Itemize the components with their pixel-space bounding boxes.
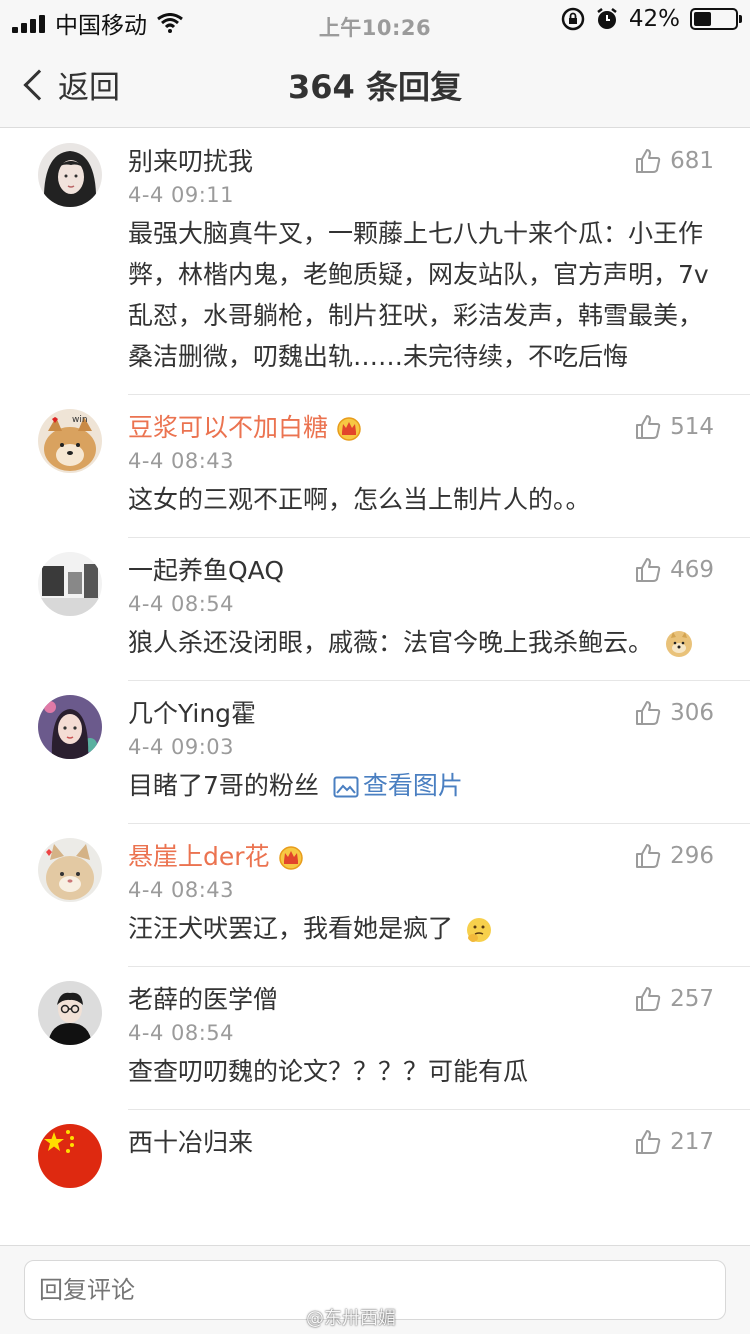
- comment-text: 汪汪犬吠罢辽，我看她是疯了: [128, 914, 454, 943]
- thinking-emoji-icon: [466, 918, 491, 942]
- username-text: 豆浆可以不加白糖: [128, 413, 329, 442]
- username[interactable]: 老薛的医学僧: [128, 985, 714, 1015]
- comment-item: 西十冶归来 217: [0, 1110, 750, 1188]
- like-count: 681: [670, 148, 714, 174]
- avatar[interactable]: [38, 838, 102, 902]
- avatar[interactable]: [38, 143, 102, 207]
- comment-time: 4-4 09:03: [128, 735, 234, 759]
- like-button[interactable]: 514: [634, 413, 714, 441]
- like-button[interactable]: 257: [634, 985, 714, 1013]
- comment-item: 一起养鱼QAQ 4-4 08:54 狼人杀还没闭眼，戚薇：法官今晚上我杀鲍云。 …: [0, 538, 750, 681]
- like-button[interactable]: 306: [634, 699, 714, 727]
- avatar-watermark: win: [72, 415, 88, 425]
- like-count: 217: [670, 1129, 714, 1155]
- comment-content: 目睹了7哥的粉丝 查看图片: [128, 765, 714, 806]
- comment-item: 几个Ying霍 4-4 09:03 目睹了7哥的粉丝 查看图片 306: [0, 681, 750, 824]
- like-icon: [636, 1130, 661, 1154]
- like-icon: [636, 558, 661, 582]
- doge-emoji-icon: [665, 631, 692, 657]
- lock-rotation-icon: [561, 7, 585, 31]
- username[interactable]: 几个Ying霍: [128, 699, 714, 729]
- like-count: 296: [670, 843, 714, 869]
- comment-content: 狼人杀还没闭眼，戚薇：法官今晚上我杀鲍云。: [128, 622, 714, 663]
- like-icon: [636, 415, 661, 439]
- username-text: 悬崖上der花: [128, 842, 270, 871]
- username[interactable]: 悬崖上der花: [128, 842, 714, 872]
- like-button[interactable]: 469: [634, 556, 714, 584]
- battery-fill: [694, 12, 711, 26]
- username[interactable]: 西十冶归来: [128, 1128, 714, 1158]
- reply-bar: @东卅西媚: [0, 1245, 750, 1334]
- username[interactable]: 一起养鱼QAQ: [128, 556, 714, 586]
- like-button[interactable]: 296: [634, 842, 714, 870]
- comment-item: win 豆浆可以不加白糖 4-4 08:43 这女的三观不正啊，怎么当上制片人的…: [0, 395, 750, 538]
- like-count: 306: [670, 700, 714, 726]
- comment-list[interactable]: 别来叨扰我 4-4 09:11 最强大脑真牛叉，一颗藤上七八九十来个瓜：小王作弊…: [0, 129, 750, 1244]
- like-button[interactable]: 681: [634, 147, 714, 175]
- comment-time: 4-4 08:43: [128, 449, 234, 473]
- username[interactable]: 别来叨扰我: [128, 147, 714, 177]
- like-icon: [636, 701, 661, 725]
- status-bar: 中国移动 上午10:26 42%: [0, 0, 750, 40]
- comment-content: 这女的三观不正啊，怎么当上制片人的。。: [128, 485, 591, 514]
- comment-item: 别来叨扰我 4-4 09:11 最强大脑真牛叉，一颗藤上七八九十来个瓜：小王作弊…: [0, 129, 750, 395]
- comment-content: 最强大脑真牛叉，一颗藤上七八九十来个瓜：小王作弊，林楷内鬼，老鲍质疑，网友站队，…: [128, 219, 709, 371]
- view-picture-link[interactable]: 查看图片: [333, 771, 463, 800]
- like-icon: [636, 844, 661, 868]
- watermark: @东卅西媚: [306, 1308, 396, 1329]
- avatar[interactable]: [38, 981, 102, 1045]
- comment-item: 悬崖上der花 4-4 08:43 汪汪犬吠罢辽，我看她是疯了 296: [0, 824, 750, 967]
- comment-text: 狼人杀还没闭眼，戚薇：法官今晚上我杀鲍云。: [128, 628, 654, 657]
- battery-percent: 42%: [628, 6, 680, 32]
- picture-icon: [333, 776, 359, 798]
- alarm-icon: [597, 8, 617, 29]
- page-title: 364 条回复: [288, 68, 462, 106]
- comment-content: 汪汪犬吠罢辽，我看她是疯了: [128, 908, 714, 949]
- avatar[interactable]: [38, 1124, 102, 1188]
- comment-time: 4-4 08:54: [128, 592, 234, 616]
- nav-bar: 返回 364 条回复: [0, 40, 750, 128]
- username[interactable]: 豆浆可以不加白糖: [128, 413, 714, 443]
- like-count: 469: [670, 557, 714, 583]
- avatar[interactable]: win: [38, 409, 102, 473]
- crown-icon: [337, 417, 361, 441]
- comment-time: 4-4 08:43: [128, 878, 234, 902]
- comment-item: 老薛的医学僧 4-4 08:54 查查叨叨魏的论文？？？？可能有瓜 257: [0, 967, 750, 1110]
- comment-text: 目睹了7哥的粉丝: [128, 771, 319, 800]
- like-count: 257: [670, 986, 714, 1012]
- comment-time: 4-4 09:11: [128, 183, 234, 207]
- battery-icon: [690, 8, 742, 30]
- like-icon: [636, 987, 661, 1011]
- like-button[interactable]: 217: [634, 1128, 714, 1156]
- crown-icon: [278, 846, 303, 870]
- view-picture-label: 查看图片: [362, 771, 463, 800]
- avatar[interactable]: [38, 695, 102, 759]
- like-icon: [636, 149, 661, 173]
- comment-time: 4-4 08:54: [128, 1021, 234, 1045]
- like-count: 514: [670, 414, 714, 440]
- comment-content: 查查叨叨魏的论文？？？？可能有瓜: [128, 1057, 529, 1086]
- avatar[interactable]: [38, 552, 102, 616]
